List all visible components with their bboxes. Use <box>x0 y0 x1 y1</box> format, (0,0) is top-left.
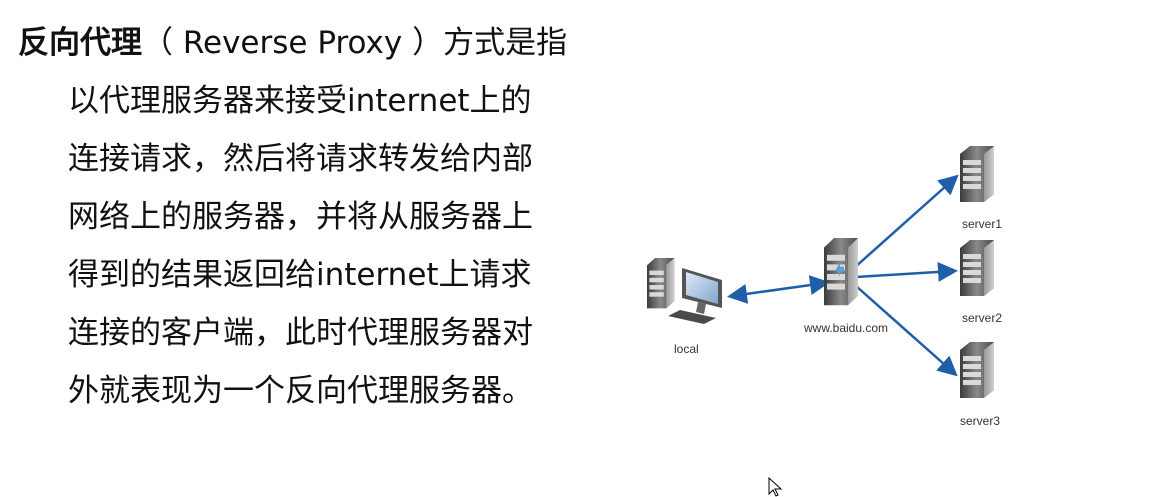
arrow-proxy-server1 <box>853 174 959 269</box>
description-line: 以代理服务器来接受internet上的 <box>68 83 532 119</box>
description-line: 网络上的服务器，并将从服务器上 <box>68 199 533 235</box>
desktop-computer-icon <box>647 258 722 324</box>
description-line: 得到的结果返回给internet上请求 <box>68 257 532 293</box>
description-line: 外就表现为一个反向代理服务器。 <box>68 373 533 409</box>
description-line: 连接的客户端，此时代理服务器对 <box>68 315 533 351</box>
description-text: 反向代理（ Reverse Proxy ）方式是指 以代理服务器来接受inter… <box>18 14 618 420</box>
server-tower-icon <box>960 342 994 398</box>
arrow-proxy-server2 <box>855 261 958 282</box>
description-line: 连接请求，然后将请求转发给内部 <box>68 141 533 177</box>
server2-label: server2 <box>962 311 1002 325</box>
server3-label: server3 <box>960 414 1000 428</box>
server1-label: server1 <box>962 217 1002 231</box>
reverse-proxy-english: （ Reverse Proxy ） <box>142 25 444 61</box>
server-tower-icon <box>824 238 858 306</box>
local-label: local <box>674 342 699 356</box>
description-first-rest: 方式是指 <box>443 25 568 61</box>
arrow-local-proxy <box>727 275 830 304</box>
reverse-proxy-term: 反向代理 <box>18 25 142 61</box>
reverse-proxy-diagram: local www.baidu.com server1 server2 serv… <box>647 146 1002 428</box>
server-tower-icon <box>960 240 994 296</box>
proxy-label: www.baidu.com <box>803 321 888 335</box>
description-first-line: 反向代理（ Reverse Proxy ）方式是指 <box>18 14 618 72</box>
server-tower-icon <box>960 146 994 202</box>
mouse-cursor-icon <box>768 477 783 497</box>
